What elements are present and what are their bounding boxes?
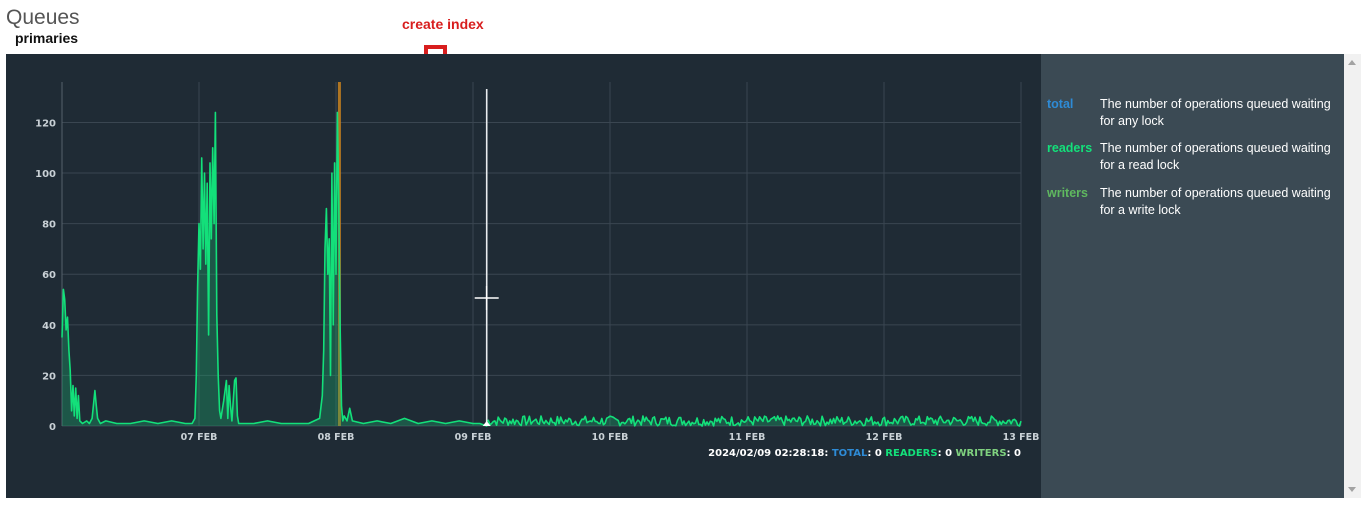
create-index-annotation: create index (402, 16, 484, 32)
scroll-up-icon[interactable] (1348, 60, 1356, 65)
legend-key-readers: readers (1047, 141, 1093, 155)
y-tick-label: 40 (42, 321, 56, 332)
readers-area (62, 112, 1021, 427)
x-tick-label: 11 FEB (729, 432, 766, 443)
x-tick-label: 10 FEB (592, 432, 629, 443)
page-subtitle: primaries (15, 30, 79, 46)
legend-desc-writers: The number of operations queued waiting … (1100, 186, 1331, 217)
readout-timestamp: 2024/02/09 02:28:18: (708, 448, 829, 459)
y-tick-label: 0 (49, 422, 56, 433)
x-tick-label: 07 FEB (181, 432, 218, 443)
legend-desc-readers: The number of operations queued waiting … (1100, 141, 1331, 172)
y-tick-label: 80 (42, 220, 56, 231)
legend-panel: total The number of operations queued wa… (1041, 54, 1344, 498)
readout-writers-value: : 0 (1006, 448, 1021, 459)
chart-panel[interactable]: 0 20 40 60 80 100 120 07 FEB 08 FEB 09 FEB 10 FEB 1… (6, 54, 1041, 498)
readout-readers-value: : 0 (937, 448, 953, 459)
readout-total-label: TOTAL (831, 448, 868, 459)
x-tick-label: 08 FEB (318, 432, 355, 443)
queues-chart[interactable]: 0 20 40 60 80 100 120 07 FEB 08 FEB 09 FEB 10 FEB 1… (6, 54, 1041, 498)
page-title: Queues (6, 6, 80, 29)
readout-total-value: : 0 (867, 448, 882, 459)
x-tick-label: 13 FEB (1003, 432, 1040, 443)
readout-readers-label: READERS (885, 448, 938, 459)
y-tick-label: 100 (35, 169, 56, 180)
x-tick-label: 09 FEB (455, 432, 492, 443)
legend-key-total: total (1047, 97, 1074, 111)
chart-series (61, 82, 1022, 427)
legend-key-writers: writers (1047, 186, 1088, 200)
y-tick-label: 20 (42, 371, 56, 382)
y-tick-label: 120 (35, 118, 56, 129)
hover-readout: 2024/02/09 02:28:18: TOTAL: 0 READERS: 0… (708, 448, 1021, 459)
readout-writers-label: WRITERS (955, 448, 1007, 459)
vertical-scrollbar[interactable] (1344, 54, 1361, 498)
chart-axes: 0 20 40 60 80 100 120 07 FEB 08 FEB 09 FEB 10 FEB 1… (35, 118, 1039, 443)
x-tick-label: 12 FEB (866, 432, 903, 443)
y-tick-label: 60 (42, 270, 56, 281)
scroll-down-icon[interactable] (1348, 487, 1356, 492)
legend-desc-total: The number of operations queued waiting … (1100, 97, 1331, 128)
